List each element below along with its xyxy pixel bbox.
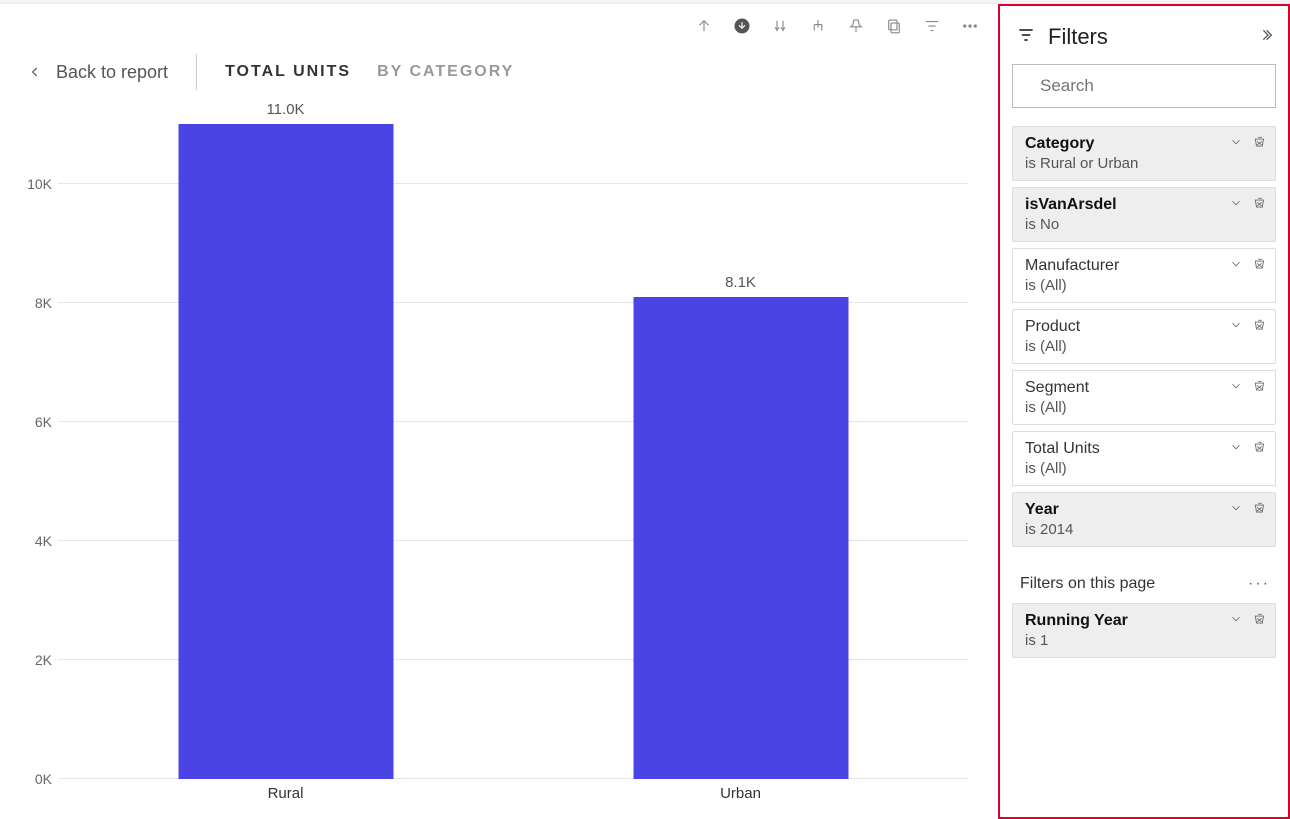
chevron-down-icon[interactable] [1229, 612, 1243, 631]
divider [196, 54, 197, 90]
filter-card-year[interactable]: Yearis 2014 [1012, 492, 1276, 547]
filter-value: is 1 [1025, 632, 1265, 649]
filter-card-manufacturer[interactable]: Manufactureris (All) [1012, 248, 1276, 303]
chevron-down-icon[interactable] [1229, 135, 1243, 154]
y-tick-label: 4K [10, 533, 52, 549]
search-input[interactable] [1038, 75, 1263, 97]
bar-rural[interactable]: 11.0K [178, 124, 393, 779]
tab-total-units[interactable]: TOTAL UNITS [225, 63, 351, 81]
clear-filter-icon[interactable] [1253, 257, 1267, 276]
bar-chart: 0K 2K 4K 6K 8K 10K 11.0K 8.1K RuralUrban [8, 124, 968, 809]
tab-by-category[interactable]: BY CATEGORY [377, 63, 514, 81]
drill-down-on-icon[interactable] [732, 16, 752, 36]
chevron-down-icon[interactable] [1229, 501, 1243, 520]
next-level-icon[interactable] [770, 16, 790, 36]
copy-icon[interactable] [884, 16, 904, 36]
clear-filter-icon[interactable] [1253, 379, 1267, 398]
more-options-icon[interactable] [960, 16, 980, 36]
bar-urban[interactable]: 8.1K [633, 297, 848, 779]
chevron-down-icon[interactable] [1229, 318, 1243, 337]
x-tick-label: Urban [513, 779, 968, 809]
drill-tabs: TOTAL UNITS BY CATEGORY [225, 63, 514, 81]
filter-value: is (All) [1025, 338, 1265, 355]
y-tick-label: 10K [10, 176, 52, 192]
page-section-more-icon[interactable]: ··· [1248, 575, 1270, 593]
filters-title: Filters [1048, 24, 1246, 50]
report-canvas: Back to report TOTAL UNITS BY CATEGORY 0… [0, 4, 998, 819]
filter-value: is (All) [1025, 277, 1265, 294]
collapse-pane-icon[interactable] [1258, 27, 1274, 48]
filter-value: is (All) [1025, 399, 1265, 416]
visual-toolbar [694, 16, 980, 36]
y-tick-label: 2K [10, 652, 52, 668]
drill-up-icon[interactable] [694, 16, 714, 36]
pin-icon[interactable] [846, 16, 866, 36]
back-label: Back to report [56, 62, 168, 83]
expand-level-icon[interactable] [808, 16, 828, 36]
filter-card-segment[interactable]: Segmentis (All) [1012, 370, 1276, 425]
y-tick-label: 6K [10, 414, 52, 430]
filter-card-running-year[interactable]: Running Yearis 1 [1012, 603, 1276, 658]
clear-filter-icon[interactable] [1253, 196, 1267, 215]
clear-filter-icon[interactable] [1253, 440, 1267, 459]
filters-icon [1016, 25, 1036, 50]
x-tick-label: Rural [58, 779, 513, 809]
page-section-label: Filters on this page [1020, 575, 1155, 593]
filter-card-category[interactable]: Categoryis Rural or Urban [1012, 126, 1276, 181]
filter-value: is No [1025, 216, 1265, 233]
y-tick-label: 8K [10, 295, 52, 311]
chevron-down-icon[interactable] [1229, 440, 1243, 459]
filter-card-total-units[interactable]: Total Unitsis (All) [1012, 431, 1276, 486]
search-icon [1025, 77, 1026, 95]
chevron-down-icon[interactable] [1229, 379, 1243, 398]
data-label: 11.0K [266, 101, 304, 118]
filter-value: is Rural or Urban [1025, 155, 1265, 172]
filters-on-this-page-header: Filters on this page ··· [1008, 553, 1280, 603]
clear-filter-icon[interactable] [1253, 135, 1267, 154]
filter-applied-icon[interactable] [922, 16, 942, 36]
filter-value: is (All) [1025, 460, 1265, 477]
chevron-down-icon[interactable] [1229, 257, 1243, 276]
bar-column: 11.0K [58, 124, 513, 779]
clear-filter-icon[interactable] [1253, 318, 1267, 337]
filters-search[interactable] [1012, 64, 1276, 108]
filter-card-product[interactable]: Productis (All) [1012, 309, 1276, 364]
y-tick-label: 0K [10, 771, 52, 787]
filters-pane: Filters Categoryis Rural or Urban isVanAr… [998, 4, 1290, 819]
filter-card-isvanarsdel[interactable]: isVanArsdelis No [1012, 187, 1276, 242]
clear-filter-icon[interactable] [1253, 612, 1267, 631]
clear-filter-icon[interactable] [1253, 501, 1267, 520]
bar-column: 8.1K [513, 124, 968, 779]
filter-value: is 2014 [1025, 521, 1265, 538]
back-to-report-button[interactable]: Back to report [28, 62, 168, 83]
chevron-down-icon[interactable] [1229, 196, 1243, 215]
data-label: 8.1K [725, 274, 756, 291]
